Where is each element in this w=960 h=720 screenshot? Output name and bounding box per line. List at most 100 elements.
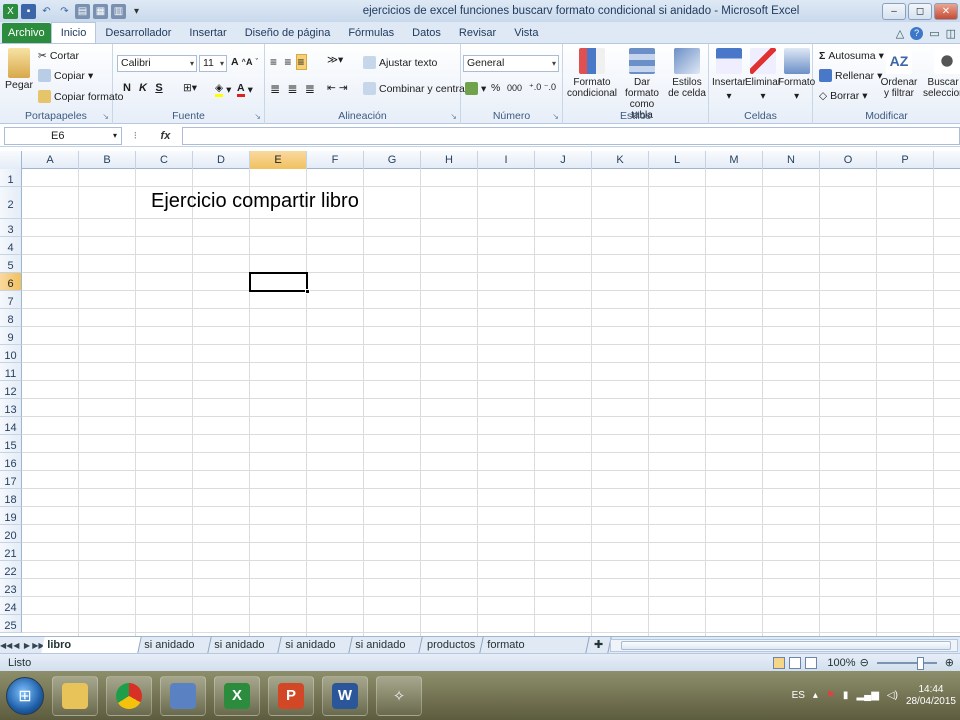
borders-icon[interactable]: ⊞▾ [183, 82, 197, 94]
insert-sheet-icon[interactable]: ✚ [586, 637, 612, 653]
row-header-25[interactable]: 25 [0, 615, 22, 633]
bold-button[interactable]: N [119, 82, 135, 94]
print-preview-icon[interactable]: ▤ [75, 3, 90, 19]
percent-button[interactable]: % [491, 82, 500, 94]
vertical-align-icons[interactable]: ≡ ≡ ≡ [270, 54, 308, 70]
insert-cells-button[interactable]: Insertar ▾ [712, 48, 746, 102]
column-header-f[interactable]: F [307, 151, 364, 169]
row-header-10[interactable]: 10 [0, 345, 22, 363]
tab-formulas[interactable]: Fórmulas [339, 23, 403, 43]
font-size-combo[interactable]: 11 ▾ [199, 55, 227, 72]
autosum-button[interactable]: Σ Autosuma ▾ [819, 50, 884, 62]
first-sheet-icon[interactable]: ◀◀ [0, 641, 12, 650]
next-sheet-icon[interactable]: ▶ [22, 641, 33, 650]
scroll-thumb[interactable] [621, 640, 952, 650]
taskbar-excel[interactable]: X [214, 675, 260, 716]
sheet-tab-productos[interactable]: productos [419, 637, 485, 653]
column-header-h[interactable]: H [421, 151, 478, 169]
prev-sheet-icon[interactable]: ◀ [11, 641, 22, 650]
row-header-3[interactable]: 3 [0, 219, 22, 237]
tab-desarrollador[interactable]: Desarrollador [96, 23, 180, 43]
workbook-window-icon[interactable]: ◫ [946, 27, 956, 40]
zoom-slider[interactable] [876, 656, 937, 670]
horizontal-align-icons[interactable]: ≣ ≣ ≣ [270, 82, 317, 96]
row-header-23[interactable]: 23 [0, 579, 22, 597]
undo-icon[interactable]: ↶ [39, 4, 54, 19]
copy-button[interactable]: Copiar ▾ [38, 69, 93, 82]
row-header-9[interactable]: 9 [0, 327, 22, 345]
format-painter-button[interactable]: Copiar formato [38, 90, 123, 103]
insert-function-icon[interactable]: fx [161, 130, 171, 142]
signal-icon[interactable]: ▂▄▆ [856, 690, 878, 701]
conditional-format-button[interactable]: Formato condicional [566, 48, 618, 99]
minimize-button[interactable]: – [882, 2, 906, 20]
power-icon[interactable]: ▮ [843, 690, 849, 701]
tab-insertar[interactable]: Insertar [180, 23, 235, 43]
row-header-5[interactable]: 5 [0, 255, 22, 273]
shrink-font-button[interactable]: Aˇ [246, 57, 258, 67]
tab-vista[interactable]: Vista [505, 23, 547, 43]
number-launcher-icon[interactable]: ↘ [552, 112, 559, 121]
quick-print-icon[interactable]: ▦ [93, 3, 108, 19]
row-header-4[interactable]: 4 [0, 237, 22, 255]
clear-button[interactable]: ◇ Borrar ▾ [819, 90, 868, 102]
maximize-button[interactable]: ◻ [908, 2, 932, 20]
taskbar-network[interactable] [160, 675, 206, 716]
find-select-button[interactable]: Buscar y seleccionar [923, 48, 960, 99]
alignment-launcher-icon[interactable]: ↘ [450, 112, 457, 121]
page-layout-view-icon[interactable] [789, 656, 802, 669]
row-header-17[interactable]: 17 [0, 471, 22, 489]
column-header-g[interactable]: G [364, 151, 421, 169]
taskbar-chrome[interactable] [106, 675, 152, 716]
language-indicator[interactable]: ES [792, 690, 805, 701]
tab-inicio[interactable]: Inicio [50, 22, 97, 43]
fill-handle[interactable] [305, 289, 310, 294]
column-header-p[interactable]: P [877, 151, 934, 169]
action-center-icon[interactable]: ⚑ [826, 690, 835, 701]
row-header-8[interactable]: 8 [0, 309, 22, 327]
cut-button[interactable]: ✂ Cortar [38, 50, 79, 62]
column-header-e[interactable]: E [250, 151, 307, 169]
indent-icons[interactable]: ⇤ ⇥ [327, 82, 348, 94]
taskbar-app[interactable]: ✧ [376, 675, 422, 716]
name-box[interactable]: E6 ▾ [4, 126, 122, 145]
cell-styles-button[interactable]: Estilos de celda [667, 48, 707, 99]
column-header-b[interactable]: B [79, 151, 136, 169]
column-header-j[interactable]: J [535, 151, 592, 169]
restore-workbook-icon[interactable]: ▭ [929, 27, 939, 40]
row-header-11[interactable]: 11 [0, 363, 22, 381]
column-header-d[interactable]: D [193, 151, 250, 169]
fill-color-icon[interactable]: ◈ ▾ [215, 82, 231, 97]
font-color-icon[interactable]: A ▾ [237, 82, 253, 97]
row-header-7[interactable]: 7 [0, 291, 22, 309]
sheet-tab-si-anidado-3[interactable]: si anidado 3 [279, 637, 353, 667]
grow-font-button[interactable]: A ^ [231, 56, 246, 68]
column-header-a[interactable]: A [22, 151, 79, 169]
column-header-c[interactable]: C [136, 151, 193, 169]
taskbar-powerpoint[interactable]: P [268, 675, 314, 716]
orientation-icon[interactable]: ≫▾ [327, 54, 343, 66]
spreadsheet-grid[interactable]: ABCDEFGHIJKLMNOP 1 2 3 4 5 6 7 8 9 10 11 12 13 14 15 16… [0, 151, 960, 636]
sheet-tab-si-anidado-1[interactable]: si anidado 1 [138, 637, 213, 667]
show-hidden-icons-icon[interactable]: ▴ [813, 690, 818, 701]
font-launcher-icon[interactable]: ↘ [254, 112, 261, 121]
paste-button[interactable]: Pegar [5, 48, 33, 91]
row-header-12[interactable]: 12 [0, 381, 22, 399]
zoom-out-icon[interactable]: ⊖ [860, 656, 869, 669]
column-header-i[interactable]: I [478, 151, 535, 169]
row-header-15[interactable]: 15 [0, 435, 22, 453]
sheet-tab-formato-condicional[interactable]: formato condicional [481, 637, 590, 667]
row-header-18[interactable]: 18 [0, 489, 22, 507]
sheet-tab-libro-compartido[interactable]: libro compartido [41, 637, 142, 667]
row-header-22[interactable]: 22 [0, 561, 22, 579]
column-header-n[interactable]: N [763, 151, 820, 169]
save-icon[interactable]: ▪ [21, 3, 36, 19]
tab-revisar[interactable]: Revisar [450, 23, 505, 43]
underline-button[interactable]: S [151, 82, 167, 94]
italic-button[interactable]: K [135, 82, 151, 94]
delete-cells-button[interactable]: Eliminar ▾ [745, 48, 781, 102]
volume-icon[interactable]: ◁) [887, 690, 898, 701]
clock[interactable]: 14:44 28/04/2015 [906, 684, 956, 708]
decimal-icons[interactable]: ⁺.0 ⁻.0 [529, 82, 556, 93]
row-header-19[interactable]: 19 [0, 507, 22, 525]
